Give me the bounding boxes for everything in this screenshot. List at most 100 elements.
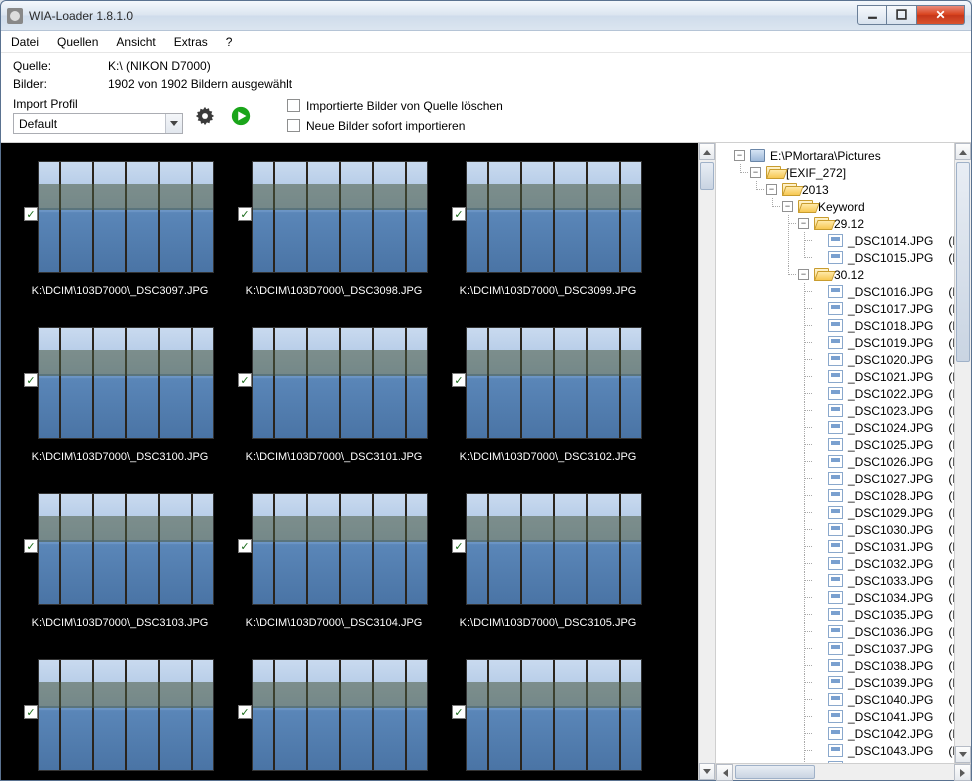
tree-scroll-thumb[interactable] — [956, 162, 970, 362]
tree-scroll-left-icon[interactable] — [716, 764, 733, 781]
tree-file-label[interactable]: _DSC1016.JPG — [846, 285, 935, 299]
folder-tree[interactable]: −E:\PMortara\Pictures−[EXIF_272]−2013−Ke… — [716, 143, 954, 763]
tree-file-label[interactable]: _DSC1039.JPG — [846, 676, 935, 690]
thumbnail-item[interactable]: ✓K:\DCIM\103D7000\_DSC3098.JPG — [229, 161, 439, 323]
tree-expander[interactable]: − — [798, 218, 809, 229]
tree-node-label[interactable]: [EXIF_272] — [784, 166, 848, 180]
thumbnail-checkbox[interactable]: ✓ — [24, 373, 38, 387]
play-button[interactable] — [227, 102, 255, 130]
thumbnail-item[interactable]: ✓K:\DCIM\103D7000\_DSC3101.JPG — [229, 327, 439, 489]
tree-file-label[interactable]: _DSC1042.JPG — [846, 727, 935, 741]
tree-file-label[interactable]: _DSC1031.JPG — [846, 540, 935, 554]
tree-file-label[interactable]: _DSC1023.JPG — [846, 404, 935, 418]
tree-file-label[interactable]: _DSC1040.JPG — [846, 693, 935, 707]
thumbnail-item[interactable]: ✓K:\DCIM\103D7000\_DSC3104.JPG — [229, 493, 439, 655]
tree-file-label[interactable]: _DSC1044.JPG — [846, 761, 935, 764]
thumbnail-item[interactable]: ✓K:\DCIM\103D7000\_DSC3102.JPG — [443, 327, 653, 489]
tree-node-label[interactable]: E:\PMortara\Pictures — [768, 149, 883, 163]
tree-file-label[interactable]: _DSC1024.JPG — [846, 421, 935, 435]
thumbnail-image[interactable] — [38, 493, 214, 605]
thumbnail-item[interactable]: ✓K:\DCIM\103D7000\_DSC3097.JPG — [15, 161, 225, 323]
tree-node-label[interactable]: 2013 — [800, 183, 831, 197]
menu-extras[interactable]: Extras — [174, 35, 208, 49]
thumbnail-image[interactable] — [252, 493, 428, 605]
tree-scroll-up-icon[interactable] — [955, 143, 971, 160]
profile-select[interactable]: Default — [13, 113, 183, 134]
tree-expander[interactable]: − — [782, 201, 793, 212]
thumbnail-image[interactable] — [252, 659, 428, 771]
tree-file-label[interactable]: _DSC1025.JPG — [846, 438, 935, 452]
tree-file-label[interactable]: _DSC1022.JPG — [846, 387, 935, 401]
tree-file-label[interactable]: _DSC1034.JPG — [846, 591, 935, 605]
thumbnail-image[interactable] — [252, 161, 428, 273]
maximize-button[interactable] — [887, 5, 917, 25]
thumbnail-checkbox[interactable]: ✓ — [452, 207, 466, 221]
tree-file-label[interactable]: _DSC1041.JPG — [846, 710, 935, 724]
thumbnail-checkbox[interactable]: ✓ — [24, 207, 38, 221]
thumbnail-image[interactable] — [466, 161, 642, 273]
tree-file-label[interactable]: _DSC1032.JPG — [846, 557, 935, 571]
thumbnail-item[interactable]: ✓K:\DCIM\103D7000\_DSC3106.JPG — [15, 659, 225, 780]
thumbnail-checkbox[interactable]: ✓ — [238, 373, 252, 387]
thumbnail-image[interactable] — [38, 327, 214, 439]
tree-file-label[interactable]: _DSC1018.JPG — [846, 319, 935, 333]
thumbnail-grid[interactable]: ✓K:\DCIM\103D7000\_DSC3097.JPG✓K:\DCIM\1… — [1, 143, 698, 780]
thumbnail-image[interactable] — [466, 493, 642, 605]
tree-expander[interactable]: − — [798, 269, 809, 280]
minimize-button[interactable] — [857, 5, 887, 25]
thumbnail-item[interactable]: ✓K:\DCIM\103D7000\_DSC3103.JPG — [15, 493, 225, 655]
tree-file-label[interactable]: _DSC1035.JPG — [846, 608, 935, 622]
menu-datei[interactable]: Datei — [11, 35, 39, 49]
thumbnail-checkbox[interactable]: ✓ — [238, 207, 252, 221]
thumbnail-item[interactable]: ✓K:\DCIM\103D7000\_DSC3108.JPG — [443, 659, 653, 780]
tree-file-label[interactable]: _DSC1030.JPG — [846, 523, 935, 537]
thumbnail-checkbox[interactable]: ✓ — [452, 539, 466, 553]
tree-expander[interactable]: − — [734, 150, 745, 161]
thumbnail-checkbox[interactable]: ✓ — [238, 539, 252, 553]
tree-file-label[interactable]: _DSC1027.JPG — [846, 472, 935, 486]
thumbnail-checkbox[interactable]: ✓ — [452, 705, 466, 719]
tree-file-label[interactable]: _DSC1029.JPG — [846, 506, 935, 520]
scroll-up-icon[interactable] — [699, 143, 715, 160]
scroll-thumb[interactable] — [700, 162, 714, 190]
tree-node-label[interactable]: Keyword — [816, 200, 867, 214]
tree-file-label[interactable]: _DSC1014.JPG — [846, 234, 935, 248]
tree-expander[interactable]: − — [766, 184, 777, 195]
thumbnail-image[interactable] — [466, 327, 642, 439]
tree-scroll-right-icon[interactable] — [954, 764, 971, 781]
close-button[interactable] — [917, 5, 965, 25]
menu-ansicht[interactable]: Ansicht — [116, 35, 155, 49]
tree-file-label[interactable]: _DSC1036.JPG — [846, 625, 935, 639]
thumbnail-checkbox[interactable]: ✓ — [24, 539, 38, 553]
scroll-down-icon[interactable] — [699, 763, 715, 780]
tree-file-label[interactable]: _DSC1028.JPG — [846, 489, 935, 503]
tree-file-label[interactable]: _DSC1015.JPG — [846, 251, 935, 265]
thumbnail-image[interactable] — [252, 327, 428, 439]
titlebar[interactable]: WIA-Loader 1.8.1.0 — [1, 1, 971, 31]
thumbnail-item[interactable]: ✓K:\DCIM\103D7000\_DSC3099.JPG — [443, 161, 653, 323]
tree-node-label[interactable]: 29.12 — [832, 217, 866, 231]
tree-scroll-down-icon[interactable] — [955, 746, 971, 763]
tree-file-label[interactable]: _DSC1026.JPG — [846, 455, 935, 469]
thumb-scrollbar[interactable] — [698, 143, 715, 780]
tree-file-label[interactable]: _DSC1043.JPG — [846, 744, 935, 758]
thumbnail-image[interactable] — [38, 659, 214, 771]
thumbnail-item[interactable]: ✓K:\DCIM\103D7000\_DSC3100.JPG — [15, 327, 225, 489]
thumbnail-checkbox[interactable]: ✓ — [452, 373, 466, 387]
tree-node-label[interactable]: 30.12 — [832, 268, 866, 282]
tree-file-label[interactable]: _DSC1033.JPG — [846, 574, 935, 588]
chevron-down-icon[interactable] — [165, 114, 182, 133]
thumbnail-checkbox[interactable]: ✓ — [24, 705, 38, 719]
tree-scrollbar-h[interactable] — [716, 763, 971, 780]
settings-button[interactable] — [191, 102, 219, 130]
tree-file-label[interactable]: _DSC1037.JPG — [846, 642, 935, 656]
tree-file-label[interactable]: _DSC1020.JPG — [846, 353, 935, 367]
thumbnail-checkbox[interactable]: ✓ — [238, 705, 252, 719]
thumbnail-image[interactable] — [38, 161, 214, 273]
auto-import-checkbox[interactable] — [287, 119, 300, 132]
thumbnail-item[interactable]: ✓K:\DCIM\103D7000\_DSC3107.JPG — [229, 659, 439, 780]
tree-file-label[interactable]: _DSC1019.JPG — [846, 336, 935, 350]
menu-help[interactable]: ? — [226, 35, 233, 49]
delete-after-import-checkbox[interactable] — [287, 99, 300, 112]
tree-file-label[interactable]: _DSC1021.JPG — [846, 370, 935, 384]
